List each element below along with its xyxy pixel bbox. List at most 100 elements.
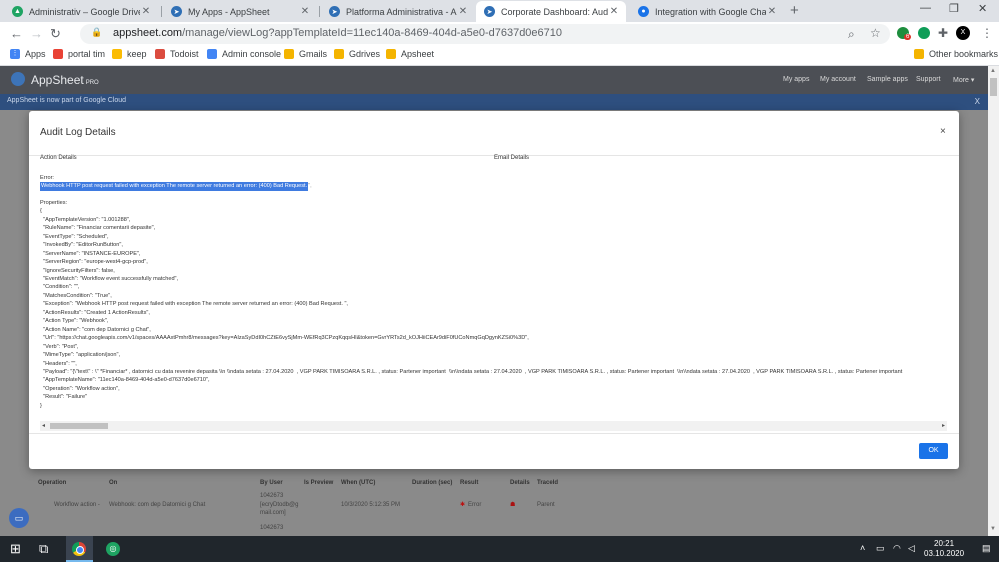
tab-platforma-administrativa[interactable]: ➤ Platforma Administrativa - AppSh ✕ — [321, 1, 475, 22]
bookmark-portal-tim[interactable]: portal tim — [53, 49, 105, 59]
folder-icon — [914, 49, 924, 59]
banner-text: AppSheet is now part of Google Cloud — [7, 97, 127, 104]
dialog-title: Audit Log Details — [40, 127, 116, 138]
scroll-up-icon[interactable]: ▲ — [990, 68, 996, 74]
row-result: Error — [468, 502, 482, 508]
notifications-icon[interactable]: ▤ — [982, 543, 991, 554]
column-header: By User — [260, 480, 283, 486]
nav-support[interactable]: Support — [916, 76, 941, 83]
properties-label: Properties: — [40, 199, 68, 206]
horizontal-scrollbar[interactable]: ◂ ▸ — [40, 421, 947, 431]
profile-avatar[interactable]: X — [956, 26, 970, 40]
lock-icon: 🔒 — [91, 27, 103, 37]
folder-icon — [334, 49, 344, 59]
bookmark-gmails[interactable]: Gmails — [284, 49, 327, 59]
close-icon[interactable]: ✕ — [299, 6, 311, 17]
restore-icon[interactable]: ❐ — [949, 2, 959, 15]
close-icon[interactable]: ✕ — [608, 6, 620, 17]
new-tab-button[interactable]: + — [790, 2, 799, 19]
windows-start-icon[interactable]: ⊞ — [10, 541, 21, 557]
extension-badge: 6 — [904, 34, 912, 40]
volume-icon[interactable]: ◁ — [908, 543, 915, 554]
tab-separator — [161, 6, 162, 17]
bookmark-label: Other bookmarks — [929, 49, 999, 59]
forward-icon[interactable]: → — [30, 26, 43, 41]
brand-text: AppSheet — [31, 73, 84, 87]
next-row-user-id: 1042673 — [260, 525, 284, 531]
dialog-close-button[interactable]: × — [940, 126, 946, 137]
bookmark-apsheet[interactable]: Apsheet — [386, 49, 434, 59]
scroll-down-icon[interactable]: ▼ — [990, 526, 996, 532]
bookmark-keep[interactable]: keep — [112, 49, 147, 59]
tab-title: Platforma Administrativa - AppSh — [346, 6, 457, 17]
tab-my-apps[interactable]: ➤ My Apps - AppSheet ✕ — [163, 1, 317, 22]
email-details-heading: Email Details — [494, 155, 530, 161]
action-details-heading: Action Details — [40, 155, 77, 161]
window-close-icon[interactable]: ✕ — [978, 2, 987, 15]
back-icon[interactable]: ← — [10, 26, 23, 41]
close-icon[interactable]: ✕ — [766, 6, 778, 17]
chat-icon: ● — [638, 6, 649, 17]
tab-google-drive[interactable]: ▲ Administrativ – Google Drive ✕ — [4, 1, 158, 22]
ok-button[interactable]: OK — [919, 443, 948, 459]
extension-green-icon[interactable] — [918, 27, 930, 39]
browser-toolbar: ← → ↻ 🔒 appsheet.com/manage/viewLog?appT… — [0, 22, 999, 46]
column-header: On — [109, 480, 118, 486]
details-binoculars-icon[interactable]: ☗ — [510, 501, 515, 508]
chrome-icon[interactable] — [72, 542, 86, 556]
tab-corporate-dashboard[interactable]: ➤ Corporate Dashboard: Audit Log ✕ — [476, 1, 626, 22]
nav-more[interactable]: More ▾ — [953, 76, 974, 84]
appsheet-icon: ➤ — [329, 6, 340, 17]
banner-close-button[interactable]: X — [975, 97, 980, 106]
clock-date: 03.10.2020 — [924, 549, 965, 558]
folder-icon — [284, 49, 294, 59]
row-operation[interactable]: Workflow action - — [54, 502, 100, 508]
page-scrollbar[interactable]: ▲ ▼ — [988, 66, 999, 536]
apps-grid-icon: ⋮ — [10, 49, 20, 59]
bookmark-gdrives[interactable]: Gdrives — [334, 49, 380, 59]
scrollbar-thumb[interactable] — [990, 78, 997, 96]
minimize-icon[interactable]: — — [920, 2, 931, 14]
chat-support-icon[interactable]: ▭ — [9, 508, 29, 528]
wifi-icon[interactable]: ◠ — [893, 543, 901, 554]
bookmark-star-icon[interactable]: ☆ — [870, 26, 881, 40]
scrollbar-thumb[interactable] — [50, 423, 108, 429]
address-bar[interactable]: 🔒 appsheet.com/manage/viewLog?appTemplat… — [80, 24, 890, 44]
google-cloud-banner: AppSheet is now part of Google Cloud X — [0, 94, 988, 110]
green-app-icon[interactable]: ◎ — [106, 542, 120, 556]
bookmark-apps[interactable]: ⋮ Apps — [10, 49, 46, 59]
error-tail: ", — [308, 183, 312, 190]
battery-icon[interactable]: ▭ — [876, 543, 885, 554]
bookmark-label: Apps — [25, 49, 46, 59]
bookmark-label: Gdrives — [349, 49, 381, 59]
close-icon[interactable]: ✕ — [457, 6, 469, 17]
audit-log-details-dialog: Audit Log Details × Action Details Email… — [29, 111, 959, 469]
scroll-right-icon[interactable]: ▸ — [942, 422, 945, 429]
row-when: 10/3/2020 5:12:35 PM — [341, 502, 401, 508]
zoom-icon[interactable]: ⌕ — [848, 27, 855, 42]
tab-google-chat-integration[interactable]: ● Integration with Google Chat - H ✕ — [630, 1, 784, 22]
brand-suffix: PRO — [85, 80, 99, 86]
reload-icon[interactable]: ↻ — [50, 26, 61, 42]
column-header: When (UTC) — [341, 480, 376, 486]
tray-chevron-up-icon[interactable]: ˄ — [860, 543, 865, 553]
menu-kebab-icon[interactable]: ⋮ — [981, 26, 993, 40]
url-path: /manage/viewLog?appTemplateId=11ec140a-8… — [182, 27, 563, 39]
system-clock[interactable]: 20:21 03.10.2020 — [924, 539, 964, 559]
bookmark-label: Apsheet — [401, 49, 435, 59]
extensions-puzzle-icon[interactable]: ✚ — [938, 26, 948, 40]
folder-icon — [386, 49, 396, 59]
scroll-left-icon[interactable]: ◂ — [42, 422, 45, 429]
bookmark-admin-console[interactable]: Admin console — [207, 49, 281, 59]
bookmark-label: Todoist — [170, 49, 199, 59]
nav-my-account[interactable]: My account — [820, 76, 856, 83]
bookmark-other[interactable]: Other bookmarks — [914, 49, 998, 59]
bookmark-todoist[interactable]: Todoist — [155, 49, 199, 59]
nav-sample-apps[interactable]: Sample apps — [867, 76, 908, 83]
audit-log-table: Operation On By User Is Preview When (UT… — [30, 475, 560, 536]
column-header: Duration (sec) — [412, 480, 453, 486]
close-icon[interactable]: ✕ — [140, 6, 152, 17]
task-view-icon[interactable]: ⧉ — [39, 541, 48, 557]
todoist-icon — [155, 49, 165, 59]
nav-my-apps[interactable]: My apps — [783, 76, 809, 83]
